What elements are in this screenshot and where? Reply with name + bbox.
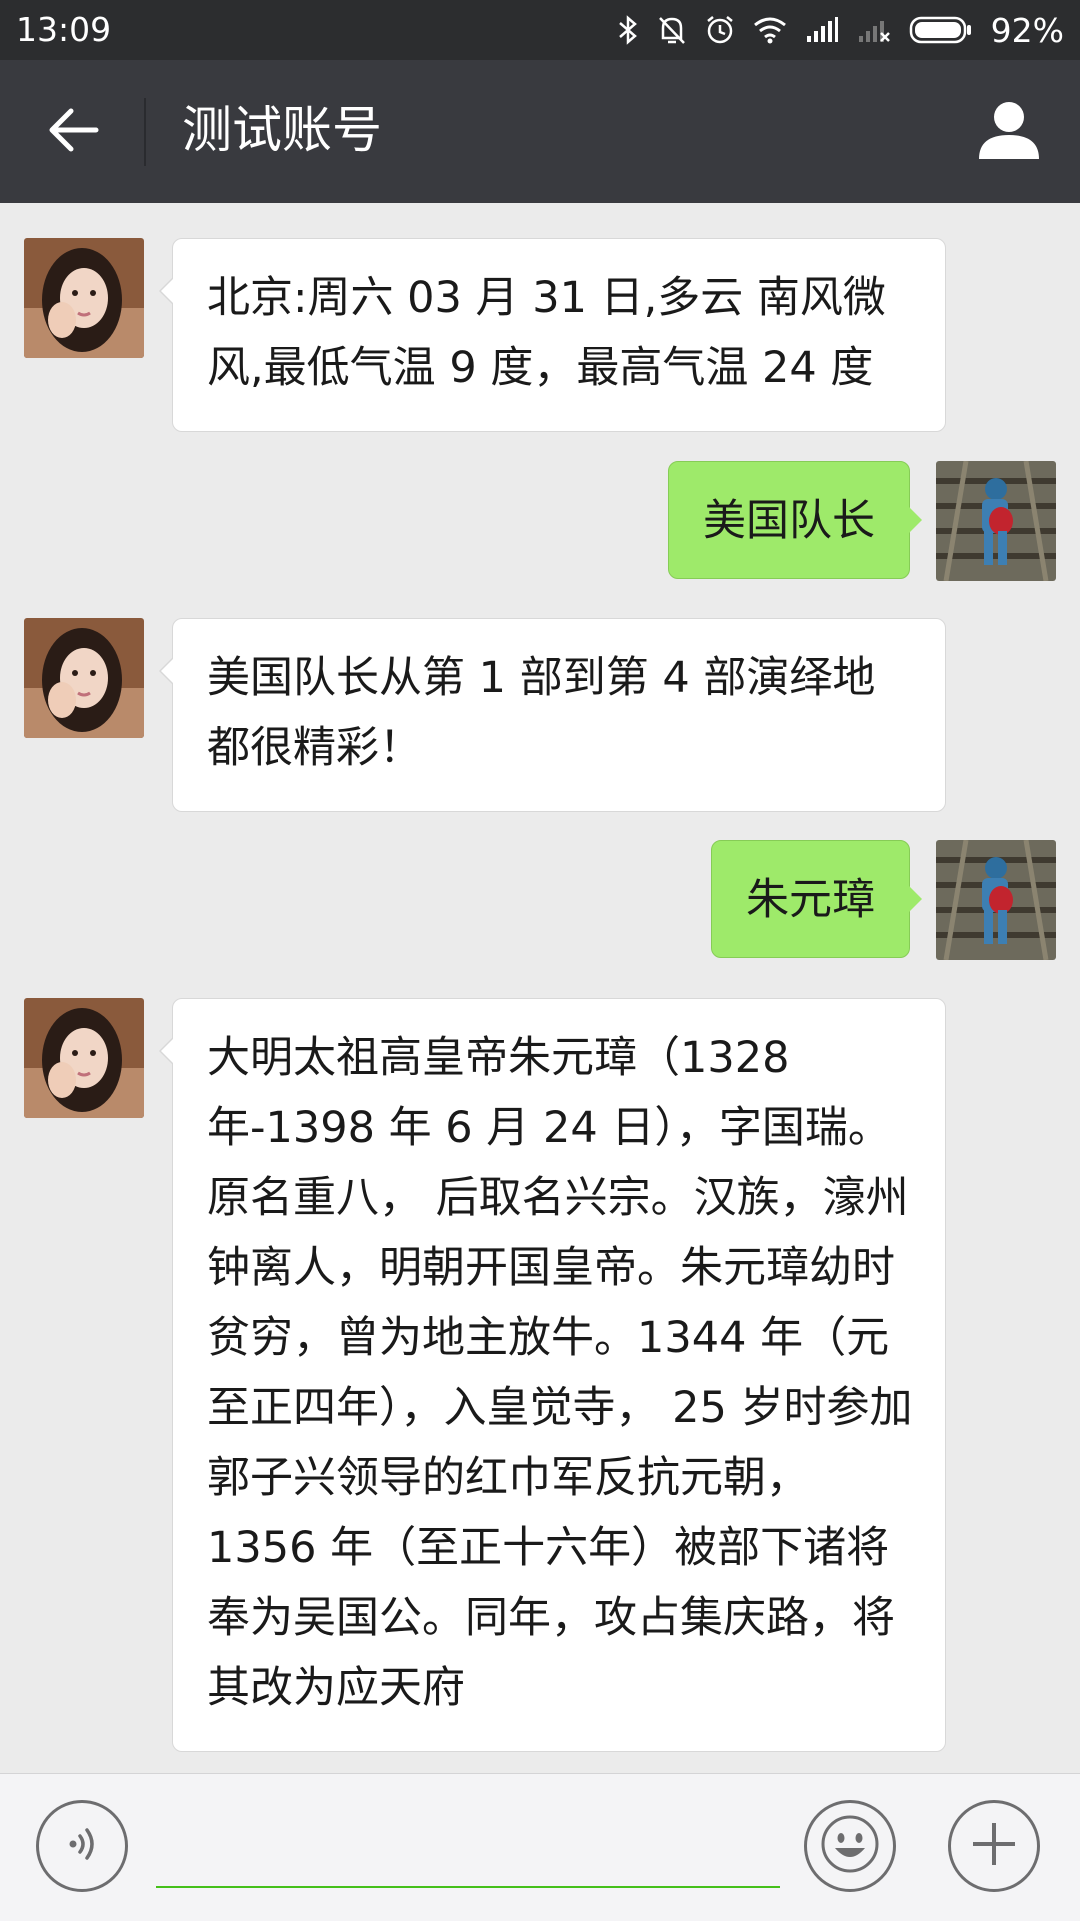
user-avatar[interactable] bbox=[936, 840, 1056, 960]
no-signal-icon bbox=[857, 16, 891, 44]
message-list[interactable]: 北京:周六 03 月 31 日,多云 南风微风,最低气温 9 度，最高气温 24… bbox=[0, 203, 1080, 1773]
title-bar: 测试账号 bbox=[0, 60, 1080, 203]
message-input[interactable] bbox=[156, 1804, 780, 1888]
voice-icon bbox=[60, 1822, 104, 1870]
signal-icon bbox=[805, 16, 839, 44]
emoji-button[interactable] bbox=[804, 1800, 896, 1892]
mute-icon bbox=[657, 14, 687, 46]
input-bar bbox=[0, 1773, 1080, 1921]
status-time: 13:09 bbox=[16, 10, 112, 49]
bluetooth-icon bbox=[617, 14, 639, 46]
plus-icon bbox=[967, 1817, 1021, 1875]
title-divider bbox=[144, 98, 146, 166]
chat-title: 测试账号 bbox=[182, 101, 382, 159]
battery-percentage: 92% bbox=[990, 10, 1064, 50]
status-icons: 92% bbox=[617, 8, 1064, 52]
wifi-icon bbox=[753, 16, 787, 44]
battery-icon bbox=[909, 15, 973, 45]
user-avatar[interactable] bbox=[936, 461, 1056, 581]
emoji-icon bbox=[820, 1814, 880, 1878]
arrow-left-icon bbox=[47, 107, 99, 157]
contact-avatar[interactable] bbox=[24, 238, 144, 358]
message-bubble-incoming[interactable]: 美国队长从第 1 部到第 4 部演绎地都很精彩！ bbox=[159, 618, 946, 812]
status-bar: 13:09 92% bbox=[0, 0, 1080, 60]
profile-button[interactable] bbox=[964, 90, 1054, 174]
more-button[interactable] bbox=[948, 1800, 1040, 1892]
message-bubble-incoming[interactable]: 北京:周六 03 月 31 日,多云 南风微风,最低气温 9 度，最高气温 24… bbox=[159, 238, 946, 432]
contact-avatar[interactable] bbox=[24, 998, 144, 1118]
contact-avatar[interactable] bbox=[24, 618, 144, 738]
message-bubble-incoming[interactable]: 大明太祖高皇帝朱元璋（1328 年-1398 年 6 月 24 日），字国瑞。 … bbox=[159, 998, 946, 1752]
person-icon bbox=[977, 99, 1041, 165]
message-bubble-outgoing[interactable]: 朱元璋 bbox=[711, 840, 922, 958]
voice-button[interactable] bbox=[36, 1800, 128, 1892]
message-bubble-outgoing[interactable]: 美国队长 bbox=[668, 461, 922, 579]
back-button[interactable] bbox=[28, 94, 118, 170]
alarm-icon bbox=[705, 14, 735, 46]
